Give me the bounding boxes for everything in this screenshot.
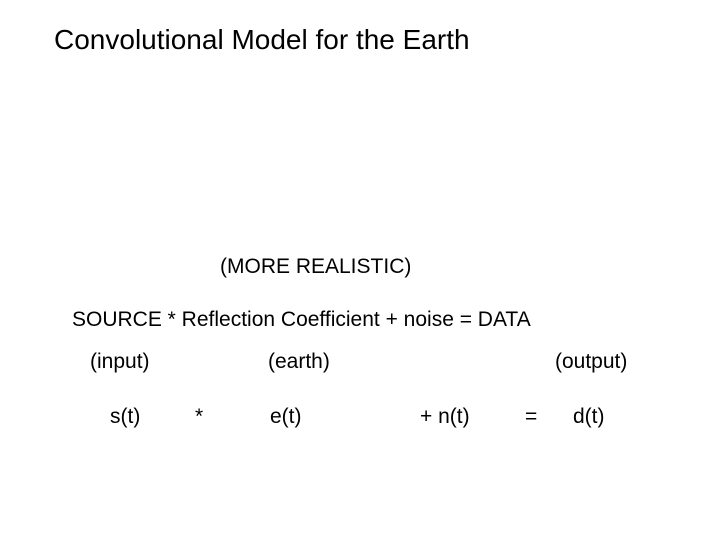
symbol-noise: + n(t) [420, 405, 470, 429]
symbol-convolution: * [195, 405, 203, 429]
symbol-equals: = [525, 405, 537, 429]
symbol-data: d(t) [573, 405, 605, 429]
symbol-source: s(t) [110, 405, 140, 429]
label-earth: (earth) [268, 350, 330, 374]
symbol-earth: e(t) [270, 405, 302, 429]
slide-title: Convolutional Model for the Earth [54, 24, 470, 56]
label-input: (input) [90, 350, 150, 374]
equation-line: SOURCE * Reflection Coefficient + noise … [72, 308, 531, 332]
label-output: (output) [555, 350, 627, 374]
slide: Convolutional Model for the Earth (MORE … [0, 0, 720, 540]
slide-subtitle: (MORE REALISTIC) [220, 255, 411, 279]
